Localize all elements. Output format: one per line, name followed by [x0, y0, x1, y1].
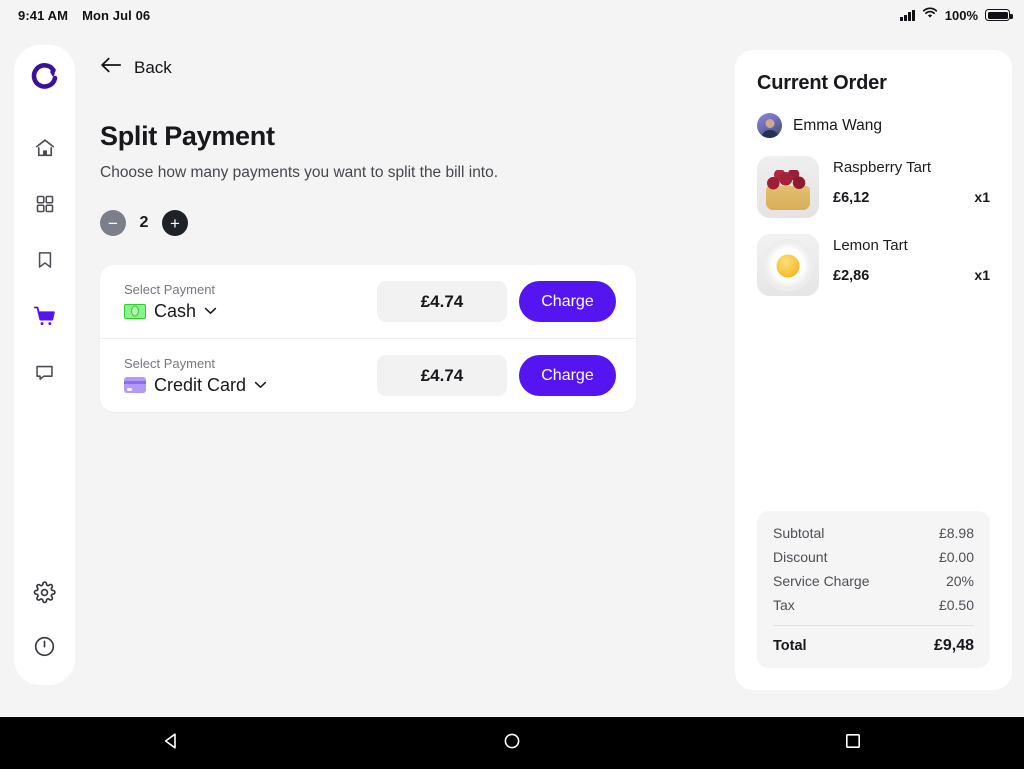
list-item[interactable]: Lemon Tart £2,86 x1: [757, 234, 990, 296]
sidebar-item-dashboard[interactable]: [28, 187, 62, 221]
raspberry-tart-photo: [757, 156, 819, 218]
payment-row: Select Payment Cash £4.74 Charge: [100, 265, 636, 338]
chevron-down-icon: [254, 376, 267, 394]
triangle-back-icon: [162, 732, 180, 755]
power-icon: [33, 635, 56, 658]
android-back-button[interactable]: [141, 723, 201, 763]
totals-row-service-charge: Service Charge 20%: [773, 573, 974, 589]
select-payment-label: Select Payment: [124, 355, 216, 371]
cart-icon: [33, 305, 56, 328]
payment-amount-field[interactable]: £4.74: [377, 281, 507, 322]
sidebar-item-home[interactable]: [28, 131, 62, 165]
arrow-left-icon: [100, 56, 122, 79]
status-bar: 9:41 AM Mon Jul 06 100%: [0, 0, 1024, 30]
status-date: Mon Jul 06: [82, 7, 151, 23]
order-totals: Subtotal £8.98 Discount £0.00 Service Ch…: [757, 511, 990, 668]
service-charge-value: 20%: [945, 573, 974, 589]
customer-name: Emma Wang: [793, 116, 883, 134]
app-logo: [28, 61, 62, 95]
discount-label: Discount: [773, 549, 828, 565]
sidebar-item-logout[interactable]: [28, 629, 62, 663]
payment-list: Select Payment Cash £4.74 Charge Select …: [100, 265, 636, 412]
tax-label: Tax: [773, 597, 795, 613]
page-subtitle: Choose how many payments you want to spl…: [100, 164, 499, 181]
back-label: Back: [134, 57, 172, 77]
android-recents-button[interactable]: [823, 723, 883, 763]
back-button[interactable]: Back: [100, 56, 172, 79]
total-value: £9,48: [933, 637, 974, 654]
decrement-button[interactable]: −: [100, 210, 126, 236]
split-count-stepper: − 2 +: [100, 210, 715, 236]
subtotal-label: Subtotal: [773, 525, 825, 541]
item-quantity: x1: [974, 189, 990, 205]
gear-icon: [33, 580, 56, 604]
sidebar-bottom-nav: [28, 575, 62, 663]
item-name: Raspberry Tart: [833, 159, 932, 176]
customer-row[interactable]: Emma Wang: [757, 113, 990, 138]
grid-icon: [35, 194, 55, 214]
avatar: [757, 113, 782, 138]
credit-card-icon: [124, 377, 146, 393]
current-order-panel: Current Order Emma Wang Raspberry Tart £…: [735, 50, 1012, 690]
tax-value: £0.50: [938, 597, 974, 613]
discount-value: £0.00: [938, 549, 974, 565]
page-title: Split Payment: [100, 121, 275, 151]
payment-amount-field[interactable]: £4.74: [377, 355, 507, 396]
subtotal-value: £8.98: [938, 525, 974, 541]
banknote-icon: [124, 303, 146, 319]
sidebar-item-messages[interactable]: [28, 355, 62, 389]
sidebar: [14, 45, 75, 685]
item-price: £2,86: [833, 268, 870, 284]
home-icon: [34, 137, 56, 159]
payment-method-select[interactable]: Cash: [124, 301, 354, 322]
totals-row-subtotal: Subtotal £8.98: [773, 525, 974, 541]
select-payment-label: Select Payment: [124, 281, 216, 297]
split-count-value: 2: [139, 214, 149, 231]
circle-home-icon: [503, 732, 521, 755]
cellular-signal-icon: [900, 9, 915, 21]
wifi-icon: [922, 6, 938, 24]
android-navigation-bar: [0, 717, 1024, 769]
item-name: Lemon Tart: [833, 237, 908, 254]
payment-row: Select Payment Credit Card £4.74 Charge: [100, 338, 636, 412]
bookmark-icon: [35, 250, 55, 270]
sidebar-item-bookmarks[interactable]: [28, 243, 62, 277]
battery-full-icon: [985, 9, 1013, 21]
payment-method-value: Credit Card: [154, 374, 247, 395]
totals-row-total: Total £9,48: [773, 637, 974, 655]
charge-button[interactable]: Charge: [519, 281, 616, 322]
totals-row-tax: Tax £0.50: [773, 597, 974, 613]
list-item[interactable]: Raspberry Tart £6,12 x1: [757, 156, 990, 218]
sidebar-item-settings[interactable]: [28, 575, 62, 609]
sidebar-nav: [28, 131, 62, 389]
square-recents-icon: [844, 732, 862, 755]
status-time: 9:41 AM: [18, 7, 69, 23]
item-price: £6,12: [833, 190, 870, 206]
sidebar-item-orders[interactable]: [28, 299, 62, 333]
main-content: Back Split Payment Choose how many payme…: [100, 56, 715, 412]
increment-button[interactable]: +: [162, 210, 188, 236]
payment-method-select[interactable]: Credit Card: [124, 375, 354, 396]
app-root: 9:41 AM Mon Jul 06 100% Back Split Payme…: [0, 0, 1024, 769]
battery-percent: 100%: [944, 7, 978, 23]
service-charge-label: Service Charge: [773, 573, 870, 589]
chat-icon: [34, 362, 55, 383]
payment-method-value: Cash: [154, 300, 197, 321]
lemon-tart-photo: [757, 234, 819, 296]
totals-row-discount: Discount £0.00: [773, 549, 974, 565]
chevron-down-icon: [204, 302, 217, 320]
android-home-button[interactable]: [482, 723, 542, 763]
item-quantity: x1: [974, 267, 990, 283]
charge-button[interactable]: Charge: [519, 355, 616, 396]
total-label: Total: [773, 638, 807, 654]
totals-divider: [773, 625, 974, 626]
order-title: Current Order: [757, 72, 887, 94]
order-items: Raspberry Tart £6,12 x1 Lemon Tart £2,86…: [757, 156, 990, 312]
